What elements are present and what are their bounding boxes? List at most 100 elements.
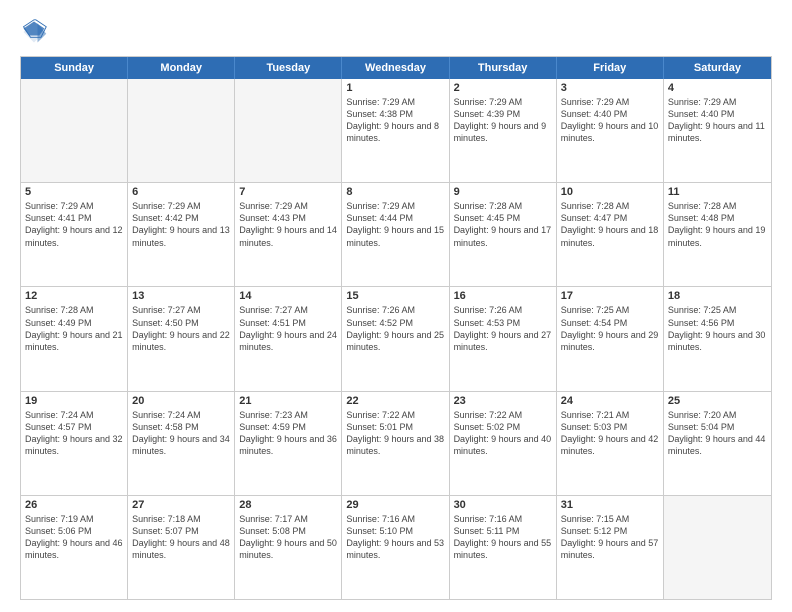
day-info: Sunrise: 7:28 AM Sunset: 4:45 PM Dayligh… [454,200,552,249]
day-number: 15 [346,290,444,302]
calendar-day-19: 19Sunrise: 7:24 AM Sunset: 4:57 PM Dayli… [21,392,128,495]
day-info: Sunrise: 7:25 AM Sunset: 4:54 PM Dayligh… [561,304,659,353]
day-info: Sunrise: 7:29 AM Sunset: 4:40 PM Dayligh… [561,96,659,145]
page: SundayMondayTuesdayWednesdayThursdayFrid… [0,0,792,612]
day-number: 23 [454,395,552,407]
day-of-week-saturday: Saturday [664,57,771,79]
day-info: Sunrise: 7:25 AM Sunset: 4:56 PM Dayligh… [668,304,767,353]
calendar-day-31: 31 Sunrise: 7:15 AM Sunset: 5:12 PM Dayli… [557,496,664,599]
day-info: Sunrise: 7:29 AM Sunset: 4:39 PM Dayligh… [454,96,552,145]
day-number: 16 [454,290,552,302]
calendar-day-1: 1 Sunrise: 7:29 AM Sunset: 4:38 PM Daylig… [342,79,449,182]
day-info: Sunrise: 7:16 AM Sunset: 5:10 PM Dayligh… [346,513,444,562]
calendar-day-2: 2 Sunrise: 7:29 AM Sunset: 4:39 PM Daylig… [450,79,557,182]
day-info: Sunrise: 7:15 AM Sunset: 5:12 PM Dayligh… [561,513,659,562]
day-number: 5 [25,186,123,198]
day-info: Sunrise: 7:29 AM Sunset: 4:43 PM Dayligh… [239,200,337,249]
day-number: 29 [346,499,444,511]
day-info: Sunrise: 7:22 AM Sunset: 5:01 PM Dayligh… [346,409,444,458]
day-of-week-wednesday: Wednesday [342,57,449,79]
calendar-day-5: 5 Sunrise: 7:29 AM Sunset: 4:41 PM Daylig… [21,183,128,286]
calendar-day-25: 25 Sunrise: 7:20 AM Sunset: 5:04 PM Dayli… [664,392,771,495]
day-info: Sunrise: 7:20 AM Sunset: 5:04 PM Dayligh… [668,409,767,458]
day-info: Sunrise: 7:22 AM Sunset: 5:02 PM Dayligh… [454,409,552,458]
day-number: 27 [132,499,230,511]
day-info: Sunrise: 7:26 AM Sunset: 4:52 PM Dayligh… [346,304,444,353]
day-number: 31 [561,499,659,511]
day-info: Sunrise: 7:29 AM Sunset: 4:40 PM Dayligh… [668,96,767,145]
day-info: Sunrise: 7:29 AM Sunset: 4:42 PM Dayligh… [132,200,230,249]
calendar-day-14: 14 Sunrise: 7:27 AM Sunset: 4:51 PM Dayli… [235,287,342,390]
day-number: 9 [454,186,552,198]
calendar-day-7: 7 Sunrise: 7:29 AM Sunset: 4:43 PM Daylig… [235,183,342,286]
calendar-day-26: 26 Sunrise: 7:19 AM Sunset: 5:06 PM Dayli… [21,496,128,599]
calendar-day-9: 9 Sunrise: 7:28 AM Sunset: 4:45 PM Daylig… [450,183,557,286]
day-info: Sunrise: 7:21 AM Sunset: 5:03 PM Dayligh… [561,409,659,458]
day-number: 13 [132,290,230,302]
calendar-row: 26 Sunrise: 7:19 AM Sunset: 5:06 PM Dayli… [21,495,771,599]
day-number: 1 [346,82,444,94]
day-info: Sunrise: 7:19 AM Sunset: 5:06 PM Dayligh… [25,513,123,562]
calendar-day-30: 30 Sunrise: 7:16 AM Sunset: 5:11 PM Dayli… [450,496,557,599]
calendar-day-10: 10 Sunrise: 7:28 AM Sunset: 4:47 PM Dayli… [557,183,664,286]
day-number: 25 [668,395,767,407]
day-info: Sunrise: 7:27 AM Sunset: 4:50 PM Dayligh… [132,304,230,353]
day-number: 11 [668,186,767,198]
calendar-empty-cell [235,79,342,182]
calendar-row: 5 Sunrise: 7:29 AM Sunset: 4:41 PM Daylig… [21,182,771,286]
calendar-day-4: 4Sunrise: 7:29 AM Sunset: 4:40 PM Daylig… [664,79,771,182]
day-number: 17 [561,290,659,302]
calendar-day-8: 8Sunrise: 7:29 AM Sunset: 4:44 PM Daylig… [342,183,449,286]
calendar-header: SundayMondayTuesdayWednesdayThursdayFrid… [21,57,771,79]
day-number: 20 [132,395,230,407]
day-number: 21 [239,395,337,407]
calendar-empty-cell [664,496,771,599]
day-number: 26 [25,499,123,511]
day-number: 19 [25,395,123,407]
day-of-week-tuesday: Tuesday [235,57,342,79]
day-number: 8 [346,186,444,198]
day-of-week-thursday: Thursday [450,57,557,79]
header [20,18,772,46]
day-info: Sunrise: 7:18 AM Sunset: 5:07 PM Dayligh… [132,513,230,562]
day-info: Sunrise: 7:28 AM Sunset: 4:48 PM Dayligh… [668,200,767,249]
calendar-day-21: 21 Sunrise: 7:23 AM Sunset: 4:59 PM Dayli… [235,392,342,495]
calendar-day-29: 29 Sunrise: 7:16 AM Sunset: 5:10 PM Dayli… [342,496,449,599]
day-number: 14 [239,290,337,302]
day-number: 30 [454,499,552,511]
day-info: Sunrise: 7:16 AM Sunset: 5:11 PM Dayligh… [454,513,552,562]
calendar-empty-cell [128,79,235,182]
day-of-week-friday: Friday [557,57,664,79]
calendar-day-6: 6Sunrise: 7:29 AM Sunset: 4:42 PM Daylig… [128,183,235,286]
day-number: 22 [346,395,444,407]
calendar-day-17: 17 Sunrise: 7:25 AM Sunset: 4:54 PM Dayli… [557,287,664,390]
day-info: Sunrise: 7:24 AM Sunset: 4:58 PM Dayligh… [132,409,230,458]
day-number: 3 [561,82,659,94]
day-info: Sunrise: 7:26 AM Sunset: 4:53 PM Dayligh… [454,304,552,353]
calendar-row: 19Sunrise: 7:24 AM Sunset: 4:57 PM Dayli… [21,391,771,495]
logo-icon [20,18,48,46]
day-info: Sunrise: 7:23 AM Sunset: 4:59 PM Dayligh… [239,409,337,458]
calendar-day-23: 23 Sunrise: 7:22 AM Sunset: 5:02 PM Dayli… [450,392,557,495]
day-of-week-monday: Monday [128,57,235,79]
calendar-day-15: 15 Sunrise: 7:26 AM Sunset: 4:52 PM Dayli… [342,287,449,390]
calendar-day-16: 16 Sunrise: 7:26 AM Sunset: 4:53 PM Dayli… [450,287,557,390]
day-number: 2 [454,82,552,94]
day-number: 7 [239,186,337,198]
day-info: Sunrise: 7:17 AM Sunset: 5:08 PM Dayligh… [239,513,337,562]
calendar-day-20: 20 Sunrise: 7:24 AM Sunset: 4:58 PM Dayli… [128,392,235,495]
day-info: Sunrise: 7:28 AM Sunset: 4:47 PM Dayligh… [561,200,659,249]
day-number: 10 [561,186,659,198]
calendar-day-22: 22 Sunrise: 7:22 AM Sunset: 5:01 PM Dayli… [342,392,449,495]
calendar-day-12: 12 Sunrise: 7:28 AM Sunset: 4:49 PM Dayli… [21,287,128,390]
calendar-row: 1 Sunrise: 7:29 AM Sunset: 4:38 PM Daylig… [21,79,771,182]
day-number: 24 [561,395,659,407]
day-info: Sunrise: 7:27 AM Sunset: 4:51 PM Dayligh… [239,304,337,353]
day-number: 28 [239,499,337,511]
calendar-row: 12 Sunrise: 7:28 AM Sunset: 4:49 PM Dayli… [21,286,771,390]
day-info: Sunrise: 7:29 AM Sunset: 4:41 PM Dayligh… [25,200,123,249]
day-number: 12 [25,290,123,302]
day-info: Sunrise: 7:29 AM Sunset: 4:38 PM Dayligh… [346,96,444,145]
day-info: Sunrise: 7:28 AM Sunset: 4:49 PM Dayligh… [25,304,123,353]
calendar-day-28: 28 Sunrise: 7:17 AM Sunset: 5:08 PM Dayli… [235,496,342,599]
